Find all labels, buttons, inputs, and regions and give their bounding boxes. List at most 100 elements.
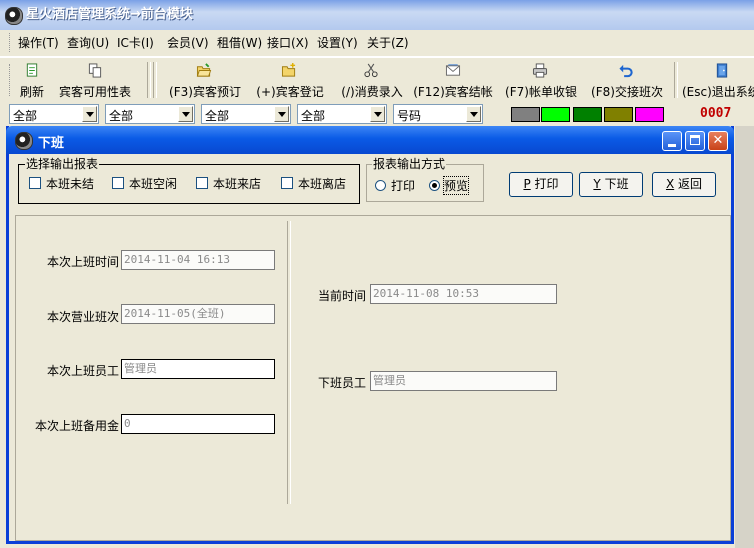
panel-divider [287, 221, 291, 504]
guest-checkin-label: (+)宾客登记 [256, 85, 324, 99]
guest-availability-button[interactable]: 宾客可用性表 [52, 58, 138, 102]
checkbox-unsettled[interactable] [29, 177, 41, 189]
main-title-bar: 星火酒店管理系统→前台模块 [0, 0, 754, 30]
status-swatch-gray[interactable] [511, 107, 540, 122]
consumption-entry-label: (/)消费录入 [341, 85, 403, 99]
guest-reservation-label: (F3)宾客预订 [169, 85, 241, 99]
bill-cashier-button[interactable]: (F7)帐单收银 [502, 58, 580, 102]
petty-cash-field[interactable]: 0 [121, 414, 275, 434]
business-shift-field[interactable]: 2014-11-05(全班) [121, 304, 275, 324]
status-swatch-green[interactable] [573, 107, 602, 122]
envelope-icon [445, 64, 461, 76]
menu-member[interactable]: 会员(V) [167, 30, 209, 56]
on-employee-field[interactable]: 管理员 [121, 359, 275, 379]
close-button[interactable]: ✕ [708, 131, 728, 151]
toolbar-separator [147, 62, 151, 98]
filter-select-1[interactable]: 全部 [9, 104, 99, 124]
app-logo-icon [5, 7, 23, 25]
scissors-icon [364, 63, 378, 78]
checkbox-vacant[interactable] [112, 177, 124, 189]
checkbox-unsettled-label[interactable]: 本班未结 [46, 175, 94, 192]
chevron-down-icon[interactable] [178, 106, 193, 122]
off-employee-field[interactable]: 管理员 [370, 371, 557, 391]
toolbar-separator [153, 62, 157, 98]
checkbox-departures-label[interactable]: 本班离店 [298, 175, 346, 192]
filter-value: 全部 [13, 109, 38, 123]
off-employee-label: 下班员工 [317, 376, 366, 390]
current-time-label: 当前时间 [317, 289, 366, 303]
maximize-icon [690, 135, 700, 145]
current-time-field[interactable]: 2014-11-08 10:53 [370, 284, 557, 304]
minimize-icon [668, 144, 676, 147]
radio-preview-label[interactable]: 预览 [442, 176, 470, 195]
guest-checkin-button[interactable]: (+)宾客登记 [254, 58, 326, 102]
exit-system-button[interactable]: (Esc)退出系统 [680, 58, 754, 102]
dialog-title-bar[interactable]: 下班 ✕ [6, 126, 734, 154]
menu-query[interactable]: 查询(U) [67, 30, 109, 56]
folder-open-icon [196, 63, 212, 77]
checkbox-vacant-label[interactable]: 本班空闲 [129, 175, 177, 192]
minimize-button[interactable] [662, 131, 682, 151]
document-refresh-icon [26, 63, 38, 77]
app-title: 星火酒店管理系统→前台模块 [26, 7, 193, 22]
undo-arrow-icon [619, 64, 633, 78]
status-swatch-olive[interactable] [604, 107, 633, 122]
status-swatch-lime[interactable] [541, 107, 570, 122]
checkbox-departures[interactable] [281, 177, 293, 189]
refresh-button[interactable]: 刷新 [14, 58, 50, 102]
guest-reservation-button[interactable]: (F3)宾客预订 [166, 58, 244, 102]
back-button-label: 返回 [678, 177, 703, 191]
menu-operation[interactable]: 操作(T) [18, 30, 59, 56]
chevron-down-icon[interactable] [370, 106, 385, 122]
consumption-entry-button[interactable]: (/)消费录入 [336, 58, 408, 102]
close-icon: ✕ [712, 133, 724, 148]
toolbar-separator [674, 62, 678, 98]
print-button[interactable]: P 打印 [509, 172, 573, 197]
filter-select-number[interactable]: 号码 [393, 104, 483, 124]
menu-ic-card[interactable]: IC卡(I) [117, 30, 154, 56]
radio-print-label[interactable]: 打印 [391, 177, 415, 194]
filter-bar: 全部 全部 全部 全部 号码 0007 [0, 102, 754, 126]
guest-availability-label: 宾客可用性表 [58, 85, 131, 99]
filter-value: 全部 [109, 109, 134, 123]
filter-value: 全部 [205, 109, 230, 123]
menu-settings[interactable]: 设置(Y) [317, 30, 358, 56]
shift-handover-label: (F8)交接班次 [591, 85, 663, 99]
offduty-hotkey: Y [593, 177, 601, 191]
chevron-down-icon[interactable] [466, 106, 481, 122]
offduty-button-label: 下班 [604, 177, 629, 191]
refresh-label: 刷新 [19, 85, 44, 99]
toolbar-grip [9, 64, 13, 96]
on-employee-label: 本次上班员工 [46, 364, 119, 378]
menu-interface[interactable]: 接口(X) [267, 30, 309, 56]
radio-print[interactable] [375, 180, 386, 191]
checkbox-arrivals-label[interactable]: 本班来店 [213, 175, 261, 192]
menu-rental[interactable]: 租借(W) [217, 30, 262, 56]
toolbar: 刷新 宾客可用性表 (F3)宾客预订 (+)宾客登记 (/)消费录入 (F12)… [0, 57, 754, 102]
offduty-button[interactable]: Y 下班 [579, 172, 643, 197]
guest-checkout-button[interactable]: (F12)宾客结帐 [412, 58, 494, 102]
status-swatch-magenta[interactable] [635, 107, 664, 122]
output-method-legend: 报表输出方式 [372, 157, 447, 171]
filter-select-4[interactable]: 全部 [297, 104, 387, 124]
checkbox-arrivals[interactable] [196, 177, 208, 189]
menu-about[interactable]: 关于(Z) [367, 30, 409, 56]
filter-select-3[interactable]: 全部 [201, 104, 291, 124]
filter-select-2[interactable]: 全部 [105, 104, 195, 124]
last-on-time-field[interactable]: 2014-11-04 16:13 [121, 250, 275, 270]
petty-cash-label: 本次上班备用金 [34, 419, 119, 433]
menu-grip [9, 33, 13, 52]
exit-system-label: (Esc)退出系统 [682, 85, 754, 99]
shift-handover-button[interactable]: (F8)交接班次 [588, 58, 666, 102]
filter-value: 号码 [397, 109, 422, 123]
dialog-title: 下班 [38, 136, 65, 151]
radio-preview[interactable] [429, 180, 440, 191]
chevron-down-icon[interactable] [82, 106, 97, 122]
exit-door-icon [716, 63, 728, 78]
room-counter: 0007 [700, 106, 732, 121]
business-shift-label: 本次营业班次 [46, 310, 119, 324]
back-button[interactable]: X 返回 [652, 172, 716, 197]
maximize-button[interactable] [685, 131, 705, 151]
print-hotkey: P [523, 177, 531, 191]
chevron-down-icon[interactable] [274, 106, 289, 122]
